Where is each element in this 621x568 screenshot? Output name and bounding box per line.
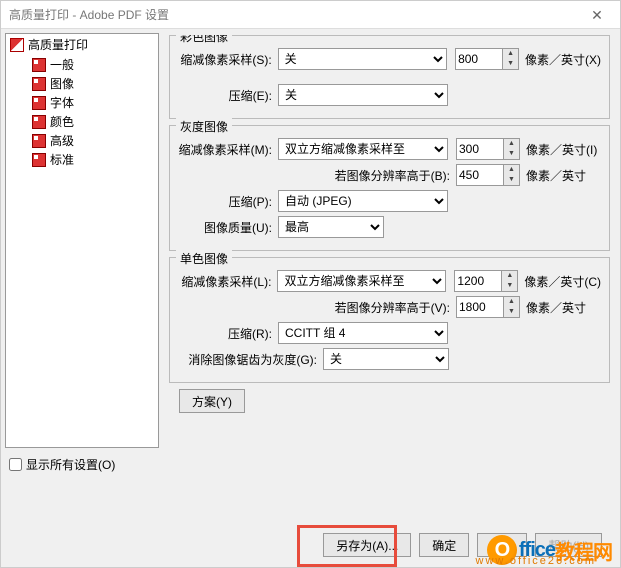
color-compress-select[interactable]: 关	[278, 84, 448, 106]
spinner-icon[interactable]: ▲▼	[502, 270, 518, 292]
gray-compress-select[interactable]: 自动 (JPEG)	[278, 190, 448, 212]
ok-button[interactable]: 确定	[419, 533, 469, 557]
downsample-label: 缩减像素采样(S):	[178, 51, 278, 68]
tree-item-advanced[interactable]: 高级	[6, 131, 158, 150]
show-all-checkbox[interactable]	[9, 458, 22, 471]
mono-antialias-select[interactable]: 关	[323, 348, 449, 370]
tree-item-standards[interactable]: 标准	[6, 150, 158, 169]
leaf-icon	[32, 96, 46, 110]
unit-label: 像素／英寸	[526, 167, 586, 184]
window-title: 高质量打印 - Adobe PDF 设置	[9, 6, 582, 23]
antialias-label: 消除图像锯齿为灰度(G):	[178, 351, 323, 368]
show-all-row: 显示所有设置(O)	[5, 448, 159, 481]
compress-label: 压缩(E):	[178, 87, 278, 104]
mono-above-input[interactable]	[456, 296, 504, 318]
gray-above-input[interactable]	[456, 164, 504, 186]
tree-root[interactable]: 高质量打印	[6, 34, 158, 55]
group-title: 单色图像	[176, 250, 232, 267]
mono-compress-select[interactable]: CCITT 组 4	[278, 322, 448, 344]
compress-label: 压缩(P):	[178, 193, 278, 210]
spinner-icon[interactable]: ▲▼	[504, 138, 520, 160]
scroll-area: 彩色图像 缩减像素采样(S): 关 ▲▼ 像素／英寸(X) 压缩(E): 关	[169, 35, 610, 489]
show-all-label: 显示所有设置(O)	[26, 456, 115, 473]
cancel-button[interactable]: 取消	[477, 533, 527, 557]
gray-downsample-select[interactable]: 双立方缩减像素采样至	[278, 138, 448, 160]
spinner-icon[interactable]: ▲▼	[503, 48, 519, 70]
spinner-icon[interactable]: ▲▼	[504, 296, 520, 318]
unit-label: 像素／英寸	[526, 299, 586, 316]
leaf-icon	[32, 77, 46, 91]
tree-root-label: 高质量打印	[28, 36, 88, 53]
color-ppi-input[interactable]	[455, 48, 503, 70]
mono-downsample-select[interactable]: 双立方缩减像素采样至	[277, 270, 446, 292]
close-icon[interactable]: ✕	[582, 1, 612, 29]
titlebar: 高质量打印 - Adobe PDF 设置 ✕	[1, 1, 620, 29]
leaf-icon	[32, 153, 46, 167]
group-mono-images: 单色图像 缩减像素采样(L): 双立方缩减像素采样至 ▲▼ 像素／英寸(C) 若…	[169, 257, 610, 383]
color-downsample-select[interactable]: 关	[278, 48, 447, 70]
downsample-label: 缩减像素采样(L):	[178, 273, 277, 290]
mono-ppi-input[interactable]	[454, 270, 502, 292]
above-label: 若图像分辨率高于(V):	[178, 299, 456, 316]
help-button[interactable]: 帮助(H)	[535, 533, 602, 557]
gray-quality-select[interactable]: 最高	[278, 216, 384, 238]
pdf-icon	[10, 38, 24, 52]
unit-label: 像素／英寸(I)	[526, 141, 597, 158]
spinner-icon[interactable]: ▲▼	[504, 164, 520, 186]
main-panel: 彩色图像 缩减像素采样(S): 关 ▲▼ 像素／英寸(X) 压缩(E): 关	[163, 29, 620, 529]
content-area: 高质量打印 一般 图像 字体 颜色 高级 标准 显示所有设置(O) 彩色图像	[1, 29, 620, 529]
sidebar: 高质量打印 一般 图像 字体 颜色 高级 标准 显示所有设置(O)	[1, 29, 163, 529]
leaf-icon	[32, 58, 46, 72]
group-color-images: 彩色图像 缩减像素采样(S): 关 ▲▼ 像素／英寸(X) 压缩(E): 关	[169, 35, 610, 119]
leaf-icon	[32, 134, 46, 148]
group-gray-images: 灰度图像 缩减像素采样(M): 双立方缩减像素采样至 ▲▼ 像素／英寸(I) 若…	[169, 125, 610, 251]
unit-label: 像素／英寸(C)	[524, 273, 601, 290]
dialog-window: 高质量打印 - Adobe PDF 设置 ✕ 高质量打印 一般 图像 字体 颜色…	[0, 0, 621, 568]
downsample-label: 缩减像素采样(M):	[178, 141, 278, 158]
above-label: 若图像分辨率高于(B):	[178, 167, 456, 184]
compress-label: 压缩(R):	[178, 325, 278, 342]
scheme-button[interactable]: 方案(Y)	[179, 389, 245, 413]
leaf-icon	[32, 115, 46, 129]
settings-tree[interactable]: 高质量打印 一般 图像 字体 颜色 高级 标准	[5, 33, 159, 448]
tree-item-images[interactable]: 图像	[6, 74, 158, 93]
tree-item-colors[interactable]: 颜色	[6, 112, 158, 131]
save-as-button[interactable]: 另存为(A)...	[323, 533, 411, 557]
footer: 另存为(A)... 确定 取消 帮助(H)	[1, 533, 620, 557]
quality-label: 图像质量(U):	[178, 219, 278, 236]
group-title: 彩色图像	[176, 35, 232, 45]
tree-item-general[interactable]: 一般	[6, 55, 158, 74]
unit-label: 像素／英寸(X)	[525, 51, 601, 68]
gray-ppi-input[interactable]	[456, 138, 504, 160]
group-title: 灰度图像	[176, 118, 232, 135]
tree-item-fonts[interactable]: 字体	[6, 93, 158, 112]
